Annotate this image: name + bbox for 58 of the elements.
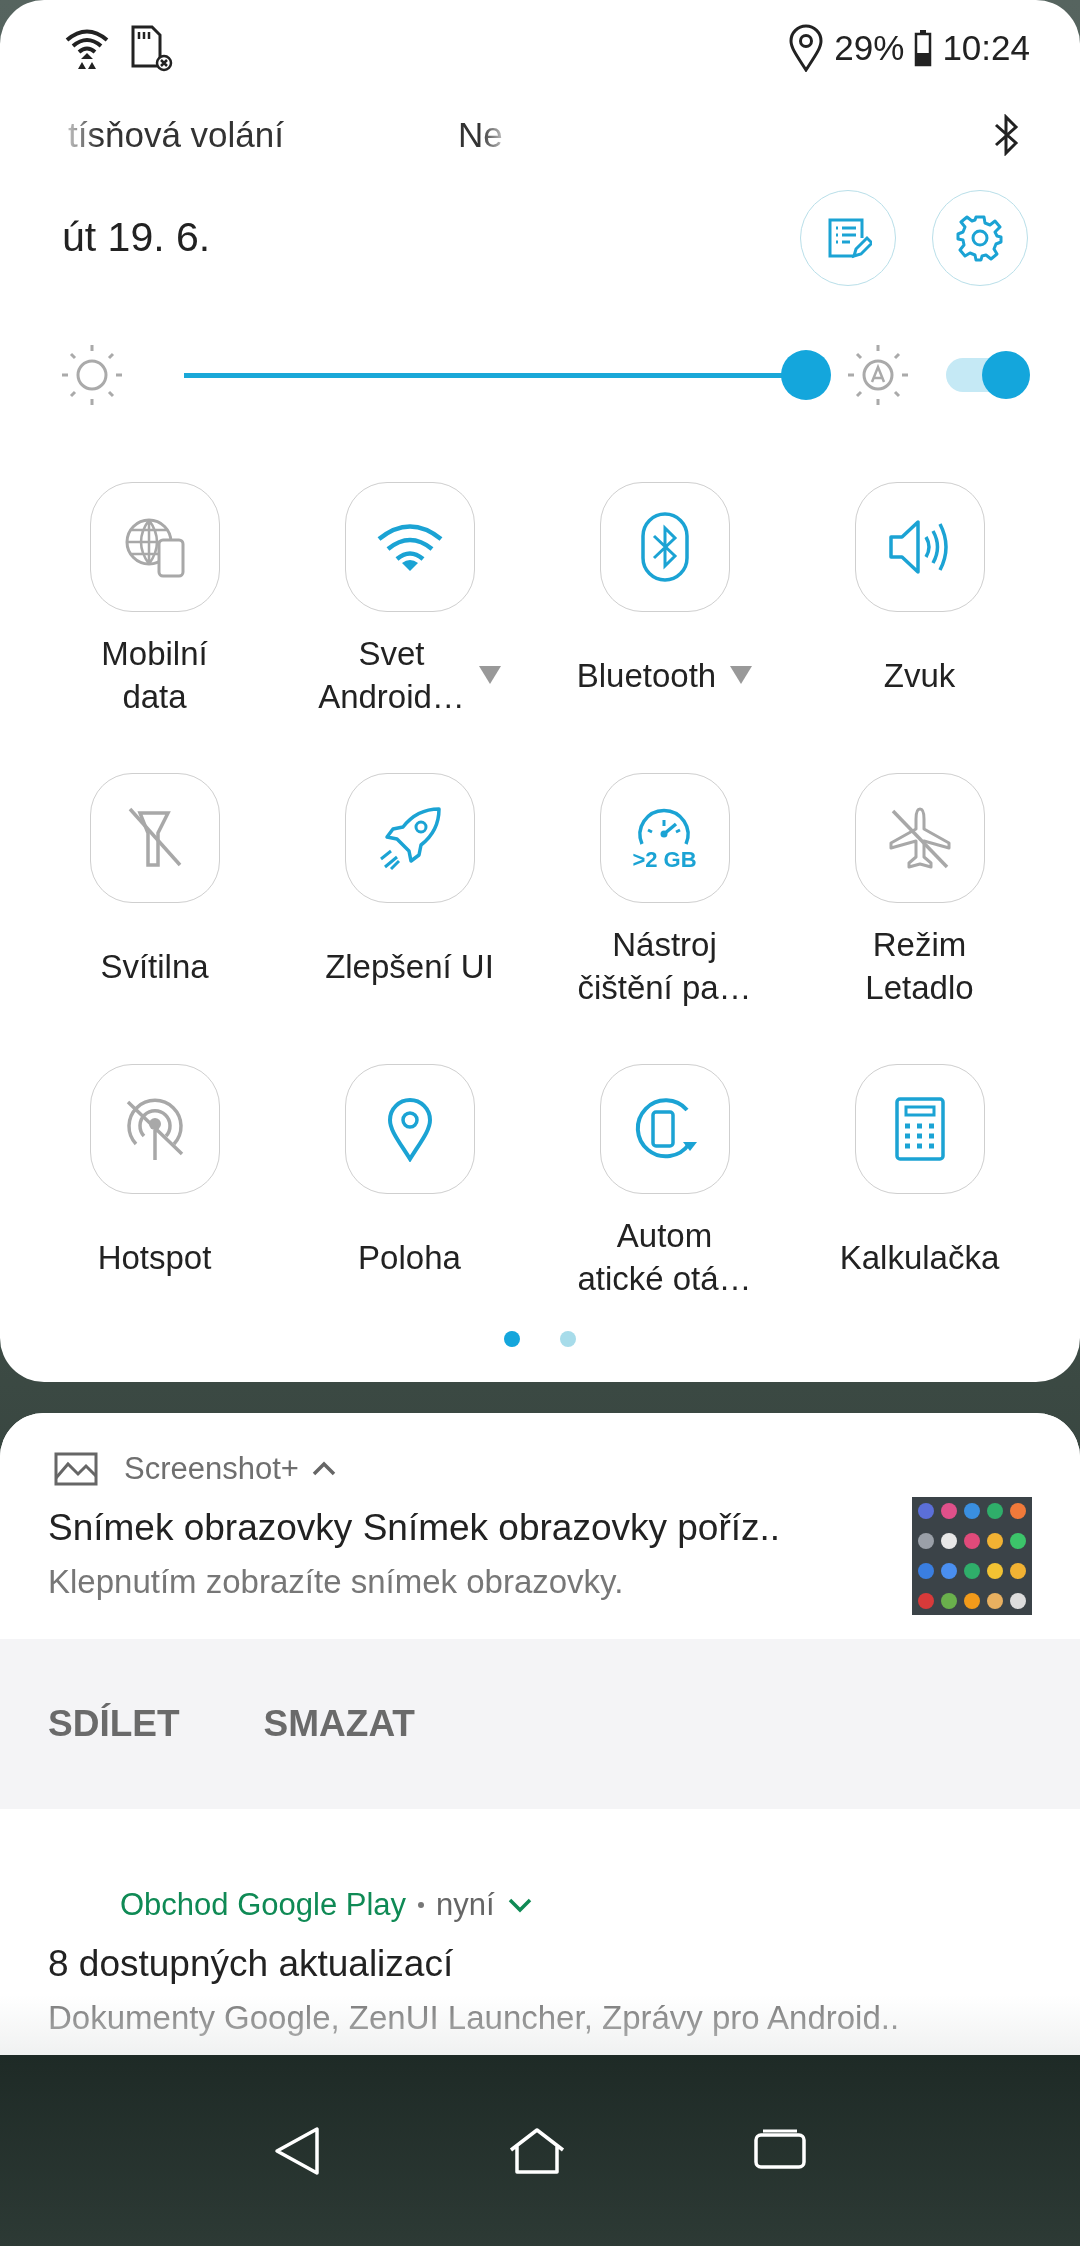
chevron-icon[interactable] bbox=[310, 1461, 337, 1477]
dropdown-triangle-icon[interactable] bbox=[730, 666, 753, 684]
tile-button[interactable] bbox=[854, 1064, 985, 1194]
tile-label: Mobilní data bbox=[101, 634, 208, 717]
chevron-icon[interactable] bbox=[506, 1897, 533, 1913]
bluetooth-icon bbox=[640, 512, 689, 582]
notification-text: Klepnutím zobrazíte snímek obrazovky. bbox=[48, 1563, 625, 1601]
tile-button[interactable]: >2 GB bbox=[599, 773, 730, 903]
bluetooth-icon bbox=[992, 114, 1020, 156]
clock: 10:24 bbox=[942, 27, 1030, 68]
tile-button[interactable] bbox=[344, 482, 475, 612]
notification-card[interactable]: Screenshot+ Snímek obrazovky Snímek obrazovky poříz.. Klepnutím zobrazíte snímek obrazovky. SDÍLET SMAZAT bbox=[0, 1413, 1080, 1809]
tile-label: Autom atické otá… bbox=[577, 1216, 752, 1299]
action-button[interactable]: SDÍLET bbox=[48, 1703, 180, 1745]
tile-label: Poloha bbox=[358, 1237, 461, 1278]
tile-label: Svet Android… bbox=[318, 634, 465, 717]
carrier-text: tísňová volání bbox=[68, 115, 285, 155]
image-icon bbox=[54, 1452, 98, 1486]
wifi-icon bbox=[375, 522, 444, 572]
tile-label: Nástroj čištění pa… bbox=[577, 925, 752, 1008]
tile-button[interactable] bbox=[89, 482, 220, 612]
tile-label: Kalkulačka bbox=[839, 1237, 1000, 1278]
notification-title: Snímek obrazovky Snímek obrazovky poříz.. bbox=[48, 1507, 781, 1549]
battery-icon bbox=[914, 28, 933, 67]
tile-button[interactable] bbox=[344, 773, 475, 903]
tile-label: Zlepšení UI bbox=[325, 946, 494, 987]
settings-icon bbox=[956, 213, 1004, 262]
date-text: út 19. 6. bbox=[62, 214, 211, 261]
action-button[interactable]: SMAZAT bbox=[263, 1703, 415, 1745]
brightness-slider[interactable] bbox=[184, 350, 831, 400]
notification-time: nyní bbox=[436, 1887, 495, 1923]
notification-title: 8 dostupných aktualizací bbox=[48, 1943, 455, 1985]
tile-button[interactable] bbox=[599, 1064, 730, 1194]
separator-dot bbox=[418, 1902, 425, 1908]
tile-label: Svítilna bbox=[100, 946, 209, 987]
auto-brightness-icon bbox=[846, 343, 910, 407]
location-pin-icon bbox=[385, 1096, 434, 1162]
app-name: Obchod Google Play bbox=[120, 1887, 407, 1923]
size-label: >2 GB bbox=[632, 848, 697, 872]
calculator-icon bbox=[893, 1096, 946, 1162]
brightness-icon bbox=[60, 343, 124, 407]
tile-button[interactable] bbox=[854, 773, 985, 903]
tile-label: Zvuk bbox=[883, 655, 956, 696]
tile-button[interactable] bbox=[89, 773, 220, 903]
tile-button[interactable] bbox=[89, 1064, 220, 1194]
tile-button[interactable] bbox=[344, 1064, 475, 1194]
dropdown-triangle-icon[interactable] bbox=[478, 666, 501, 684]
location-icon bbox=[788, 23, 825, 72]
tile-button[interactable] bbox=[854, 482, 985, 612]
tile-label: Bluetooth bbox=[576, 655, 717, 696]
carrier-text: Ne bbox=[458, 115, 503, 155]
tile-label: Režim Letadlo bbox=[865, 925, 974, 1008]
auto-brightness-toggle[interactable] bbox=[944, 351, 1030, 399]
app-name: Screenshot+ bbox=[124, 1451, 299, 1487]
tile-button[interactable] bbox=[599, 482, 730, 612]
tile-label: Hotspot bbox=[97, 1237, 212, 1278]
battery-percent: 29% bbox=[834, 27, 905, 68]
notification-text: Dokumenty Google, ZenUI Launcher, Zprávy pro Android.. bbox=[48, 1999, 900, 2037]
